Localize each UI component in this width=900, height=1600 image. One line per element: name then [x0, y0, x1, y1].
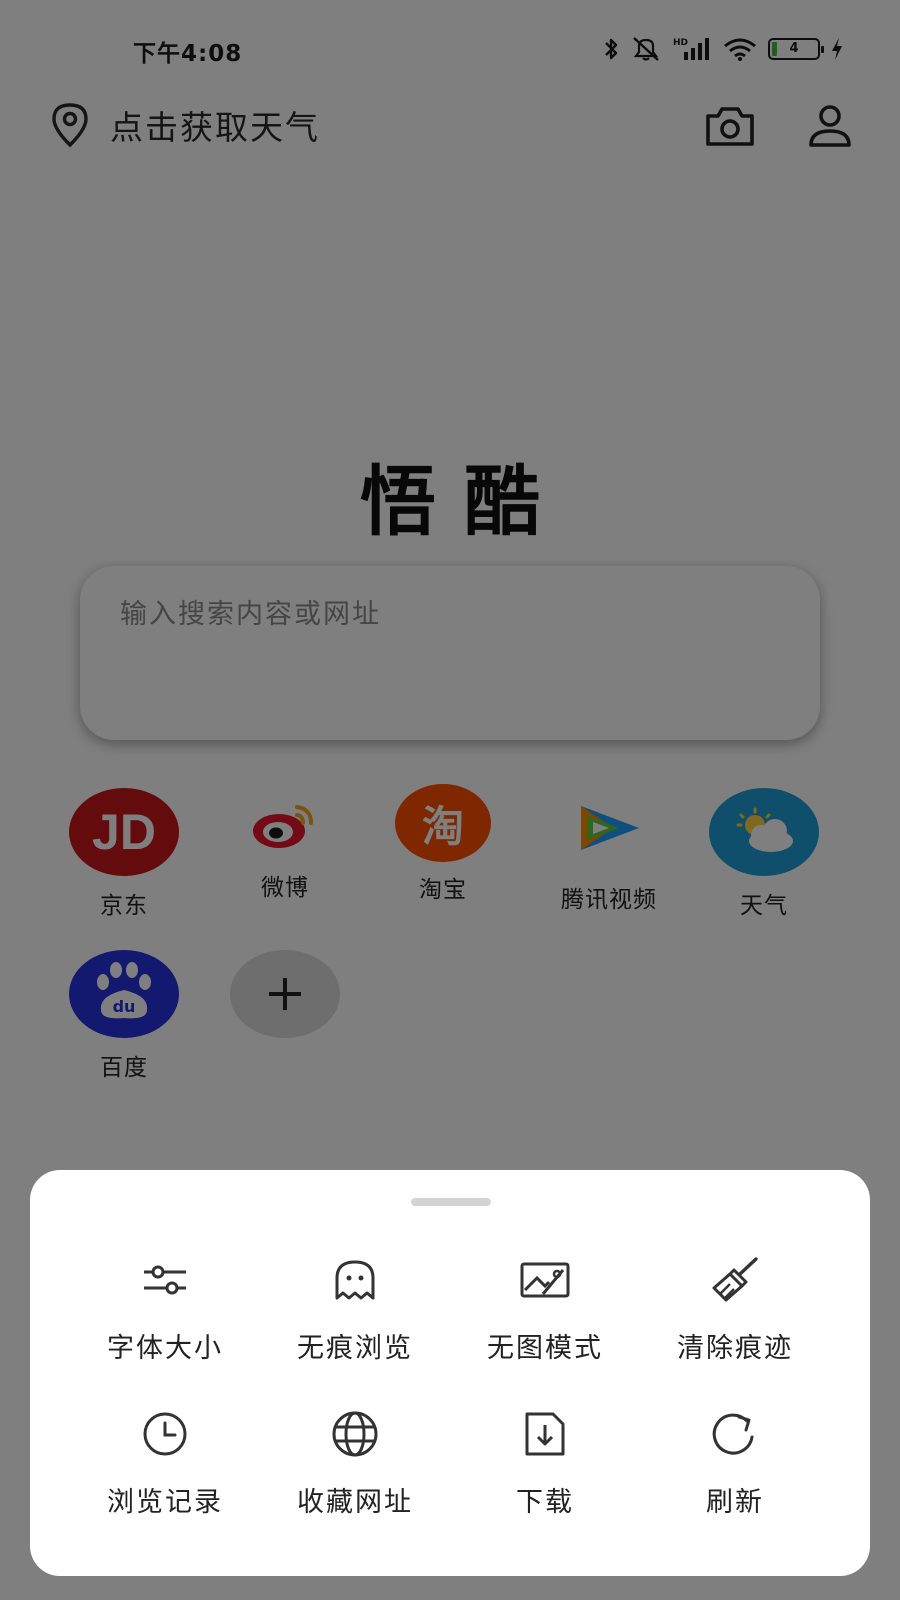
weather-button[interactable]: 点击获取天气 — [48, 100, 320, 150]
no-image-icon — [455, 1252, 635, 1308]
shortcut-baidu[interactable]: du 百度 — [68, 950, 180, 1082]
search-input[interactable] — [120, 592, 780, 636]
status-bar: 下午4:08 HD 4 — [0, 0, 900, 96]
bookmark-globe-icon — [265, 1406, 445, 1462]
font-size-sliders-icon — [75, 1252, 255, 1308]
sheet-drag-handle[interactable] — [411, 1198, 491, 1206]
mute-bell-icon — [633, 37, 659, 61]
download-icon — [455, 1406, 635, 1462]
wifi-icon — [724, 38, 756, 61]
tencent-video-icon — [569, 790, 649, 866]
menu-clear-traces[interactable]: 清除痕迹 — [645, 1252, 825, 1365]
shortcut-weather[interactable]: 天气 — [708, 788, 820, 920]
camera-button[interactable] — [702, 98, 758, 154]
shortcut-label: 京东 — [100, 893, 148, 919]
shortcut-jd[interactable]: JD 京东 — [68, 788, 180, 920]
weather-prompt: 点击获取天气 — [110, 108, 320, 147]
shortcut-tencent-video[interactable]: 腾讯视频 — [548, 790, 670, 914]
menu-label: 刷新 — [706, 1487, 764, 1518]
menu-label: 收藏网址 — [297, 1487, 413, 1518]
user-icon — [809, 105, 851, 147]
menu-incognito[interactable]: 无痕浏览 — [265, 1252, 445, 1365]
network-hd-label: HD — [673, 38, 688, 48]
shortcut-label: 淘宝 — [419, 877, 467, 903]
menu-label: 无图模式 — [487, 1333, 603, 1364]
menu-label: 清除痕迹 — [677, 1333, 793, 1364]
weibo-icon — [240, 790, 330, 860]
menu-label: 无痕浏览 — [297, 1333, 413, 1364]
account-button[interactable] — [802, 98, 858, 154]
incognito-ghost-icon — [265, 1252, 445, 1308]
menu-refresh[interactable]: 刷新 — [645, 1406, 825, 1519]
history-clock-icon — [75, 1406, 255, 1462]
shortcut-taobao[interactable]: 淘 淘宝 — [394, 784, 492, 904]
shortcut-label: 天气 — [740, 893, 788, 919]
menu-history[interactable]: 浏览记录 — [75, 1406, 255, 1519]
bluetooth-icon — [605, 38, 618, 60]
taobao-icon: 淘 — [395, 784, 491, 862]
menu-label: 下载 — [516, 1487, 574, 1518]
weather-icon — [709, 788, 819, 876]
shortcut-weibo[interactable]: 微博 — [230, 790, 340, 902]
menu-label: 字体大小 — [107, 1333, 223, 1364]
shortcut-label: 百度 — [100, 1055, 148, 1081]
jd-icon: JD — [69, 788, 179, 876]
menu-font-size[interactable]: 字体大小 — [75, 1252, 255, 1365]
shortcut-label: 微博 — [261, 875, 309, 901]
menu-no-image[interactable]: 无图模式 — [455, 1252, 635, 1365]
svg-text:du: du — [113, 997, 136, 1016]
search-box[interactable] — [80, 566, 820, 740]
clear-broom-icon — [645, 1252, 825, 1308]
app-logo-text: 悟酷 — [360, 457, 568, 546]
refresh-icon — [645, 1406, 825, 1462]
signal-icon: HD — [673, 38, 709, 60]
bottom-menu-sheet: 字体大小 无痕浏览 无图模式 清除痕迹 浏览记录 收藏网址 下载 刷新 — [30, 1170, 870, 1576]
shortcut-label: 腾讯视频 — [561, 887, 657, 913]
battery-indicator: 4 — [768, 38, 824, 60]
status-icons: HD 4 — [602, 34, 844, 64]
add-icon — [230, 950, 340, 1038]
battery-level: 4 — [789, 41, 799, 56]
charging-icon — [832, 38, 842, 60]
menu-bookmarks[interactable]: 收藏网址 — [265, 1406, 445, 1519]
add-shortcut-button[interactable] — [230, 950, 340, 1038]
menu-label: 浏览记录 — [107, 1487, 223, 1518]
camera-icon — [706, 107, 754, 146]
location-pin-icon — [52, 103, 88, 148]
menu-download[interactable]: 下载 — [455, 1406, 635, 1519]
status-time: 下午4:08 — [133, 41, 243, 67]
baidu-icon: du — [69, 950, 179, 1038]
